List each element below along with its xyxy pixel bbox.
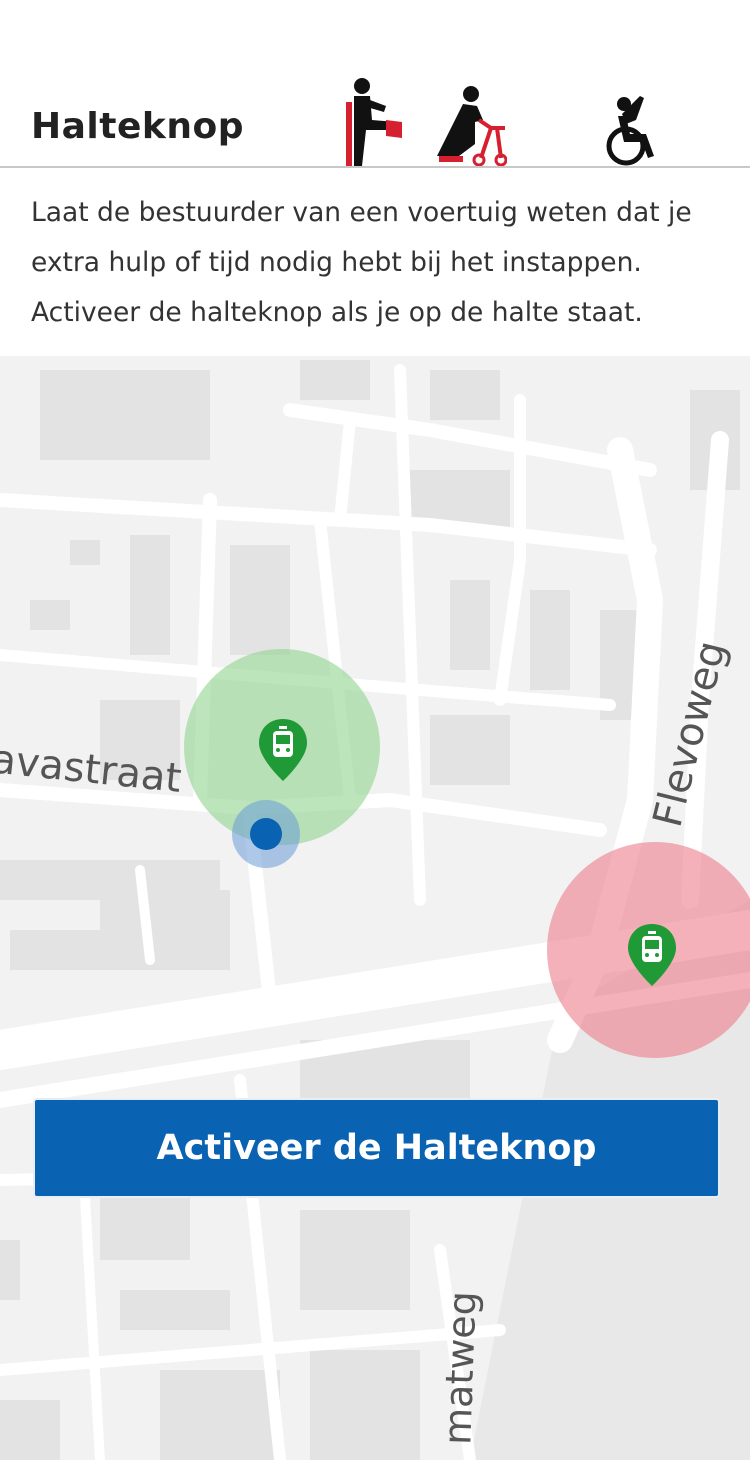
map[interactable]: Javastraat Flevoweg matweg <box>0 356 750 1460</box>
header-divider <box>0 166 750 168</box>
person-with-leg-cast-icon <box>346 78 402 166</box>
header: Halteknop <box>0 0 750 168</box>
wheelchair-user-icon <box>606 96 654 166</box>
activate-halteknop-button[interactable]: Activeer de Halteknop <box>33 1098 720 1198</box>
page-title: Halteknop <box>31 106 244 147</box>
map-base <box>0 356 750 1460</box>
user-location-dot <box>232 800 300 868</box>
street-label-bottom: matweg <box>435 1290 485 1446</box>
tram-stop-pin-red-zone[interactable] <box>626 922 678 988</box>
tram-stop-pin-green[interactable] <box>257 717 309 783</box>
elderly-with-walker-icon <box>437 86 507 167</box>
description-text: Laat de bestuurder van een voertuig wete… <box>31 197 692 328</box>
